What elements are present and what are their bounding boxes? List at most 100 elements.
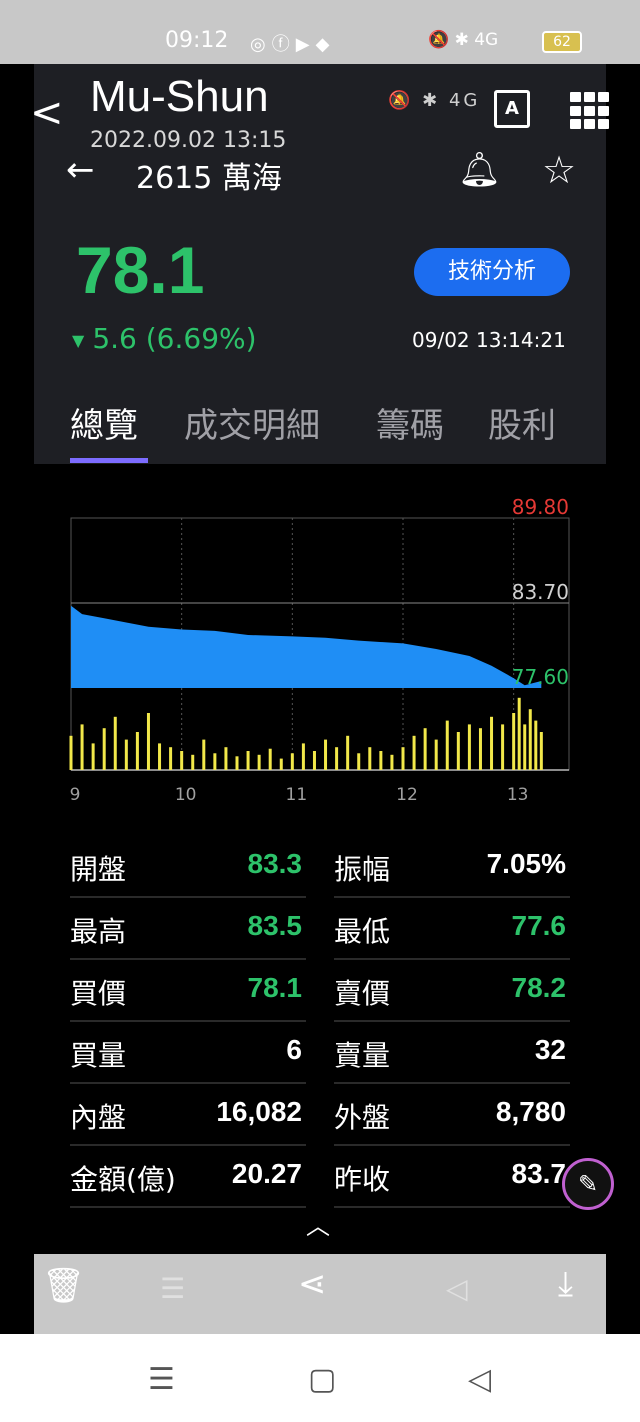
- volume-bar: [501, 724, 505, 770]
- stats-value: 83.7: [511, 1158, 567, 1189]
- volume-bar: [456, 732, 460, 770]
- tab-overview[interactable]: 總覽: [70, 398, 138, 447]
- menu-lines-icon[interactable]: ☰: [160, 1272, 185, 1305]
- nav-back-icon[interactable]: ◁: [468, 1362, 491, 1397]
- volume-bar: [102, 728, 106, 770]
- tab-bar: 總覽 成交明細 籌碼 股利: [70, 398, 610, 458]
- stats-label: 最高: [70, 915, 127, 948]
- technical-analysis-button[interactable]: 技術分析: [414, 248, 570, 296]
- system-icons: 🔕 ✱ 4G: [428, 30, 499, 50]
- stats-cell: 金額(億) 20.27: [70, 1146, 306, 1208]
- stats-value: 20.27: [231, 1158, 302, 1189]
- price-area: [71, 605, 542, 688]
- stats-label: 賣價: [334, 977, 391, 1010]
- volume-bar: [423, 728, 427, 770]
- bell-icon[interactable]: 🔔︎: [458, 150, 501, 190]
- tab-chips[interactable]: 籌碼: [376, 398, 444, 447]
- stats-value: 83.5: [247, 910, 303, 941]
- stats-label: 買價: [70, 977, 127, 1010]
- edit-pencil-button[interactable]: ✎: [562, 1158, 614, 1210]
- viewer-status-icons: 🔕 ✱ 4G: [388, 90, 481, 111]
- star-icon[interactable]: ☆: [542, 148, 576, 192]
- volume-bar: [169, 747, 173, 770]
- stats-label: 賣量: [334, 1039, 391, 1072]
- stats-cell: 開盤 83.3: [70, 836, 306, 898]
- volume-bar: [191, 754, 195, 770]
- volume-bar: [467, 724, 471, 770]
- stats-row: 內盤 16,082 外盤 8,780: [70, 1084, 570, 1146]
- stats-value: 32: [534, 1034, 566, 1065]
- tab-trade-details[interactable]: 成交明細: [184, 398, 320, 447]
- volume-bar: [434, 739, 438, 770]
- volume-bar: [368, 747, 372, 770]
- price-change-value: 5.6 (6.69%): [92, 322, 257, 355]
- volume-bar: [158, 743, 162, 770]
- trash-icon[interactable]: 🗑︎: [42, 1266, 85, 1306]
- stock-title: 2615 萬海: [136, 161, 282, 196]
- stats-value: 77.6: [511, 910, 567, 941]
- ocr-text-button[interactable]: A: [494, 90, 530, 128]
- stats-label: 昨收: [334, 1163, 391, 1196]
- volume-bar: [335, 747, 339, 770]
- down-triangle-icon: ▼: [72, 330, 85, 350]
- viewer-date: 2022.09.02 13:15: [90, 128, 287, 153]
- tab-dividends[interactable]: 股利: [488, 398, 556, 447]
- volume-bar: [346, 735, 350, 770]
- volume-bar: [379, 751, 383, 770]
- volume-bar: [213, 753, 217, 770]
- volume-bars: [69, 697, 543, 770]
- stats-label: 金額(億): [70, 1163, 176, 1196]
- stock-back-arrow-icon[interactable]: ←: [66, 150, 95, 190]
- status-bar: 09:12 ◎ⓕ▶◆ 🔕 ✱ 4G 62: [0, 0, 640, 64]
- volume-bar: [268, 748, 272, 770]
- volume-bar: [246, 751, 250, 770]
- share-icon[interactable]: ⋖: [298, 1264, 327, 1304]
- download-icon[interactable]: ⤓: [558, 1264, 573, 1304]
- volume-bar: [478, 728, 482, 770]
- status-app-icons: ◎ⓕ▶◆: [250, 30, 335, 56]
- volume-bar: [412, 735, 416, 770]
- volume-bar: [257, 754, 261, 770]
- grid-menu-icon[interactable]: [570, 92, 610, 130]
- volume-bar: [301, 743, 305, 770]
- stats-value: 7.05%: [486, 848, 566, 879]
- stats-row: 開盤 83.3 振幅 7.05%: [70, 836, 570, 898]
- volume-bar: [539, 732, 543, 770]
- stats-cell: 外盤 8,780: [334, 1084, 570, 1146]
- volume-bar: [290, 753, 294, 770]
- stats-label: 外盤: [334, 1101, 391, 1134]
- volume-bar: [517, 697, 521, 770]
- viewer-title: Mu-Shun: [90, 72, 269, 121]
- chevron-up-icon[interactable]: ︿: [306, 1206, 330, 1241]
- viewer-back-icon[interactable]: <: [30, 90, 64, 136]
- nav-recents-icon[interactable]: ☰: [148, 1362, 175, 1397]
- volume-bar: [490, 716, 494, 770]
- volume-bar: [113, 716, 117, 770]
- youtube-icon: ▶: [295, 34, 316, 55]
- x-tick-label: 9: [70, 785, 81, 805]
- stats-cell: 買量 6: [70, 1022, 306, 1084]
- back-triangle-icon[interactable]: ◁: [446, 1272, 468, 1305]
- chrome-icon: ◎: [250, 34, 272, 55]
- image-edit-toolbar: 🗑︎ ☰ ⋖ ◁ ⤓: [34, 1254, 606, 1334]
- tab-active-indicator: [70, 458, 148, 463]
- stats-row: 買量 6 賣量 32: [70, 1022, 570, 1084]
- volume-bar: [512, 713, 516, 770]
- volume-bar: [180, 751, 184, 770]
- stats-row: 最高 83.5 最低 77.6: [70, 898, 570, 960]
- stats-cell: 振幅 7.05%: [334, 836, 570, 898]
- stats-cell: 內盤 16,082: [70, 1084, 306, 1146]
- volume-bar: [401, 747, 405, 770]
- volume-bar: [124, 739, 128, 770]
- volume-bar: [235, 756, 239, 770]
- x-tick-label: 10: [175, 785, 197, 805]
- stats-label: 振幅: [334, 853, 391, 886]
- stats-row: 買價 78.1 賣價 78.2: [70, 960, 570, 1022]
- stats-value: 16,082: [216, 1096, 302, 1127]
- stock-price: 78.1: [76, 233, 205, 307]
- nav-home-icon[interactable]: ▢: [308, 1362, 336, 1397]
- volume-bar: [528, 709, 532, 770]
- volume-bar: [80, 724, 84, 770]
- x-tick-label: 12: [396, 785, 418, 805]
- volume-bar: [224, 747, 228, 770]
